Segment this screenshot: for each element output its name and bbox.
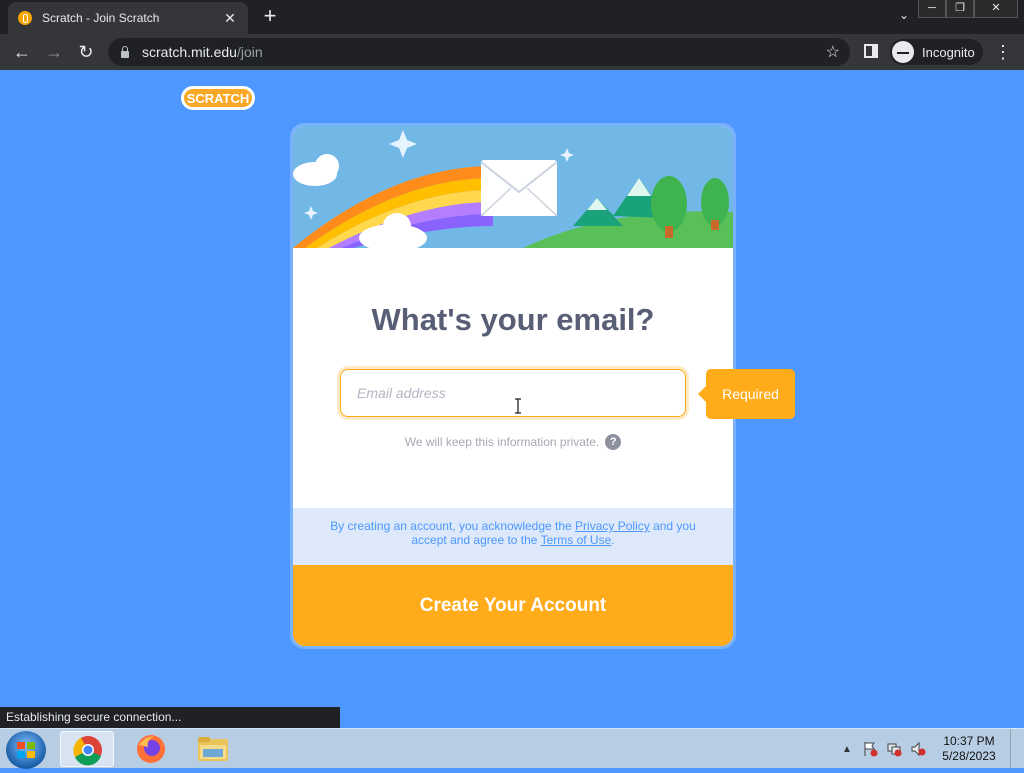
- email-field[interactable]: [340, 369, 686, 417]
- join-modal-body: What's your email? We will keep this inf…: [293, 126, 733, 646]
- tab-search-chevron-icon[interactable]: ⌄: [894, 8, 914, 26]
- network-icon[interactable]: [886, 741, 902, 757]
- tab-strip: Scratch - Join Scratch ✕ + ⌄ ─ ❐ ✕: [0, 0, 1024, 34]
- tab-close-icon[interactable]: ✕: [222, 10, 238, 26]
- legal-notice: By creating an account, you acknowledge …: [293, 508, 733, 565]
- taskbar-clock[interactable]: 10:37 PM 5/28/2023: [934, 734, 1004, 764]
- volume-muted-icon[interactable]: [910, 741, 926, 757]
- privacy-hint-text: We will keep this information private.: [404, 435, 600, 449]
- help-question-icon[interactable]: ?: [605, 434, 622, 450]
- action-center-flag-icon[interactable]: [862, 741, 878, 757]
- windows-taskbar: ▲ 10:37 PM 5/28/2023: [0, 728, 1024, 769]
- tab-title: Scratch - Join Scratch: [42, 11, 160, 25]
- back-arrow-icon[interactable]: ←: [10, 40, 34, 64]
- bookmark-star-icon[interactable]: ☆: [826, 42, 840, 62]
- url-host: scratch.mit.edu: [142, 44, 237, 60]
- clock-date: 5/28/2023: [942, 749, 996, 763]
- incognito-icon: [892, 41, 914, 63]
- start-button[interactable]: [6, 731, 46, 769]
- scratch-logo[interactable]: SCRATCH: [180, 84, 256, 112]
- system-tray: ▲ 10:37 PM 5/28/2023: [840, 729, 1024, 769]
- legal-text-after: .: [611, 533, 615, 547]
- scratch-favicon-icon: [18, 11, 32, 25]
- window-controls: ─ ❐ ✕: [918, 0, 1018, 18]
- terms-of-use-link[interactable]: Terms of Use: [541, 533, 612, 547]
- logo-text: SCRATCH: [187, 91, 250, 106]
- url-path: /join: [236, 44, 263, 60]
- taskbar-file-explorer[interactable]: [186, 731, 240, 767]
- browser-menu-icon[interactable]: ⋮: [994, 40, 1012, 64]
- create-account-button[interactable]: Create Your Account: [293, 565, 733, 646]
- privacy-hint: We will keep this information private. ?: [293, 434, 733, 450]
- privacy-policy-link[interactable]: Privacy Policy: [575, 519, 650, 533]
- taskbar-chrome[interactable]: [60, 731, 114, 767]
- page-title: What's your email?: [371, 302, 655, 337]
- address-bar[interactable]: scratch.mit.edu/join ☆: [108, 38, 850, 66]
- scratch-join-page: SCRATCH What's your email? Email address…: [0, 70, 1024, 728]
- reload-icon[interactable]: ↻: [74, 40, 98, 64]
- taskbar-firefox[interactable]: [124, 731, 178, 767]
- incognito-label: Incognito: [922, 44, 975, 60]
- folder-icon: [198, 737, 228, 761]
- status-bar: Establishing secure connection...: [0, 707, 340, 728]
- legal-text-before: By creating an account, you acknowledge …: [330, 519, 576, 533]
- show-desktop-button[interactable]: [1010, 729, 1024, 769]
- clock-time: 10:37 PM: [943, 734, 995, 748]
- incognito-indicator[interactable]: Incognito: [890, 39, 983, 65]
- email-rainbow-banner: [293, 126, 733, 248]
- minimize-button[interactable]: ─: [918, 0, 946, 18]
- browser-tab[interactable]: Scratch - Join Scratch ✕: [8, 2, 248, 34]
- restore-button[interactable]: ❐: [946, 0, 974, 18]
- side-panel-icon[interactable]: [864, 44, 878, 58]
- required-tooltip: Required: [698, 369, 795, 419]
- close-window-button[interactable]: ✕: [974, 0, 1018, 18]
- new-tab-button[interactable]: +: [258, 5, 282, 28]
- browser-toolbar: ← → ↻ scratch.mit.edu/join ☆ Incognito ⋮: [0, 34, 1024, 70]
- chrome-icon: [73, 736, 102, 766]
- text-cursor-icon: [515, 398, 521, 414]
- join-modal: What's your email? We will keep this inf…: [290, 123, 736, 649]
- show-hidden-icons-icon[interactable]: ▲: [840, 744, 854, 755]
- forward-arrow-icon[interactable]: →: [42, 40, 66, 64]
- lock-icon[interactable]: [120, 46, 130, 58]
- windows-logo-icon: [17, 742, 35, 758]
- firefox-icon: [137, 735, 165, 763]
